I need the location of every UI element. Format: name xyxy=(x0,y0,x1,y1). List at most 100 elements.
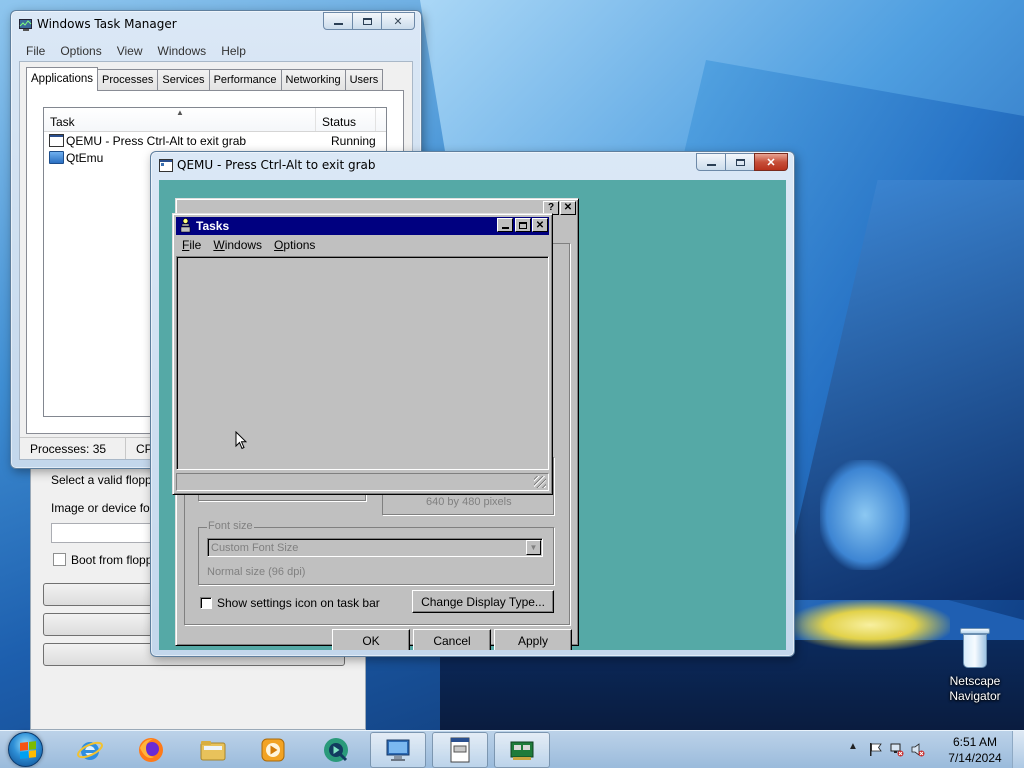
sort-ascending-icon: ▲ xyxy=(176,108,184,117)
tasks-close-button[interactable]: ✕ xyxy=(532,218,548,232)
tasks-menu-options[interactable]: Options xyxy=(268,236,321,254)
menu-view[interactable]: View xyxy=(110,41,151,61)
maximize-icon xyxy=(735,158,745,166)
taskbar: ▲ 6:51 AM 7/14/2024 xyxy=(0,730,1024,768)
menu-label: ile xyxy=(189,238,202,252)
guest-screen[interactable]: ? ✕ 640 by 480 pixels Font size Custom F… xyxy=(159,180,786,650)
start-button[interactable] xyxy=(6,731,46,768)
taskbar-file-explorer[interactable] xyxy=(185,732,241,768)
process-count: Processes: 35 xyxy=(20,438,126,459)
recycle-bin-icon xyxy=(960,628,990,668)
column-task-label: Task xyxy=(50,115,75,129)
menu-label: indows xyxy=(224,238,263,252)
show-settings-label: Show settings icon on task bar xyxy=(217,596,380,610)
tab-strip: Applications Processes Services Performa… xyxy=(26,67,384,91)
wallpaper-light xyxy=(790,600,950,650)
tasks-maximize-button[interactable] xyxy=(515,218,531,232)
task-name: QEMU - Press Ctrl-Alt to exit grab xyxy=(66,133,247,148)
table-row[interactable]: QEMU - Press Ctrl-Alt to exit grab Runni… xyxy=(44,132,386,149)
volume-muted-icon[interactable] xyxy=(910,742,925,757)
task-manager-icon xyxy=(19,19,32,31)
tab-performance[interactable]: Performance xyxy=(208,69,282,90)
close-icon: ✕ xyxy=(766,156,776,169)
tab-users[interactable]: Users xyxy=(344,69,384,90)
tab-networking[interactable]: Networking xyxy=(280,69,346,90)
tasks-menu-bar: File Windows Options xyxy=(176,236,549,254)
taskbar-media-player[interactable] xyxy=(245,732,301,768)
action-center-flag-icon[interactable] xyxy=(868,742,883,757)
show-settings-checkbox[interactable] xyxy=(200,597,212,609)
task-status: Running xyxy=(331,133,376,148)
font-size-group: Font size Custom Font Size ▼ Normal size… xyxy=(198,520,554,585)
close-icon: ✕ xyxy=(563,202,573,213)
tab-services[interactable]: Services xyxy=(157,69,210,90)
menu-options[interactable]: Options xyxy=(53,41,109,61)
task-list-header: ▲ Task Status xyxy=(44,108,386,132)
menu-file[interactable]: File xyxy=(19,41,53,61)
minimize-button[interactable] xyxy=(323,12,353,30)
qemu-window: QEMU - Press Ctrl-Alt to exit grab ✕ ? ✕ xyxy=(150,151,795,657)
internet-explorer-icon xyxy=(77,741,103,760)
change-display-type-button[interactable]: Change Display Type... xyxy=(412,590,554,613)
taskbar-firefox[interactable] xyxy=(123,732,179,768)
resolution-text: 640 by 480 pixels xyxy=(426,496,512,508)
font-size-note: Normal size (96 dpi) xyxy=(207,566,306,578)
tasks-list[interactable] xyxy=(176,256,549,470)
maximize-icon xyxy=(362,17,372,25)
taskbar-qtemu[interactable] xyxy=(308,732,364,768)
maximize-icon xyxy=(519,221,527,229)
taskbar-task-manager[interactable] xyxy=(370,732,426,768)
clock-time: 6:51 AM xyxy=(952,735,998,749)
menu-windows[interactable]: Windows xyxy=(151,41,215,61)
font-size-value: Custom Font Size xyxy=(211,542,299,554)
floppy-label: Select a valid floppy xyxy=(51,473,158,487)
minimize-button[interactable] xyxy=(696,153,726,171)
font-size-select[interactable]: Custom Font Size ▼ xyxy=(207,538,543,557)
cancel-button[interactable]: Cancel xyxy=(413,629,491,650)
font-size-label: Font size xyxy=(207,520,254,532)
windows-flag-icon xyxy=(20,741,36,759)
ok-button[interactable]: OK xyxy=(332,629,410,650)
chevron-down-icon[interactable]: ▼ xyxy=(526,540,541,555)
menu-help[interactable]: Help xyxy=(214,41,254,61)
window-controls: ✕ xyxy=(696,153,788,171)
system-tray: ▲ 6:51 AM 7/14/2024 xyxy=(834,731,1024,768)
network-icon[interactable] xyxy=(889,742,904,757)
network-card-icon xyxy=(510,741,534,760)
apply-button[interactable]: Apply xyxy=(494,629,572,650)
qemu-window-icon xyxy=(159,159,173,172)
clock[interactable]: 6:51 AM 7/14/2024 xyxy=(940,734,1010,766)
close-button[interactable]: ✕ xyxy=(381,12,415,30)
mouse-pointer-icon xyxy=(235,431,247,450)
qtemu-icon xyxy=(49,151,64,164)
close-icon: ✕ xyxy=(535,219,545,231)
tasks-window: Tasks ✕ File Windows Options xyxy=(172,213,553,495)
maximize-button[interactable] xyxy=(352,12,382,30)
minimize-icon xyxy=(706,164,716,166)
tab-applications[interactable]: Applications xyxy=(26,67,99,91)
resize-grip-icon[interactable] xyxy=(534,476,546,488)
qemu-window-icon xyxy=(450,737,470,763)
column-task[interactable]: ▲ Task xyxy=(44,108,316,131)
tasks-minimize-button[interactable] xyxy=(497,218,513,232)
boot-floppy-checkbox[interactable] xyxy=(53,553,66,566)
close-button[interactable]: ✕ xyxy=(754,153,788,171)
show-hidden-icons-icon[interactable]: ▲ xyxy=(848,741,863,756)
menu-accelerator: W xyxy=(213,238,225,252)
boot-floppy-label: Boot from floppy xyxy=(71,553,159,567)
dialog-close-button[interactable]: ✕ xyxy=(560,201,576,215)
taskbar-internet-explorer[interactable] xyxy=(62,732,118,768)
tasks-menu-windows[interactable]: Windows xyxy=(207,236,268,254)
taskbar-qtemu-app[interactable] xyxy=(494,732,550,768)
taskbar-qemu[interactable] xyxy=(432,732,488,768)
show-desktop-button[interactable] xyxy=(1012,731,1024,768)
column-status[interactable]: Status xyxy=(316,108,376,131)
minimize-icon xyxy=(501,227,509,229)
tasks-title-bar: Tasks ✕ xyxy=(176,217,549,235)
tasks-menu-file[interactable]: File xyxy=(176,236,207,254)
window-title: QEMU - Press Ctrl-Alt to exit grab xyxy=(177,158,376,172)
maximize-button[interactable] xyxy=(725,153,755,171)
tab-processes[interactable]: Processes xyxy=(97,69,159,90)
image-label: Image or device for t xyxy=(51,501,161,515)
desktop-icon-netscape[interactable]: Netscape Navigator xyxy=(938,628,1012,704)
